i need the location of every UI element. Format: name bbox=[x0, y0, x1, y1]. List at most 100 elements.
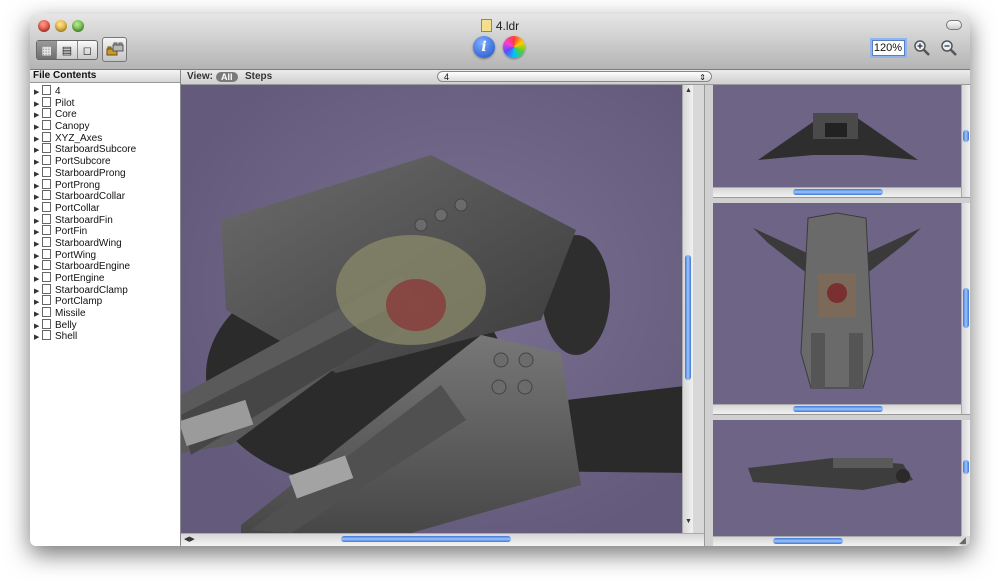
tree-item-label: Belly bbox=[55, 319, 77, 331]
tree-item-label: PortWing bbox=[55, 249, 97, 261]
color-picker-button[interactable] bbox=[503, 36, 525, 58]
tree-item[interactable]: ▶ PortSubcore bbox=[34, 155, 180, 167]
file-icon bbox=[42, 318, 51, 329]
tree-item-label: PortCollar bbox=[55, 202, 100, 214]
file-icon bbox=[42, 236, 51, 247]
front-view-scroll-thumb[interactable] bbox=[793, 189, 883, 195]
scroll-down-arrow-icon[interactable]: ▼ bbox=[685, 518, 692, 526]
file-icon bbox=[42, 120, 51, 131]
main-view-vertical-scrollbar[interactable]: ▲ ▼ bbox=[682, 85, 693, 533]
tree-item-label: PortSubcore bbox=[55, 156, 111, 168]
tree-item[interactable]: ▶ StarboardProng bbox=[34, 166, 180, 179]
file-icon bbox=[42, 330, 51, 341]
file-icon bbox=[42, 190, 51, 201]
tree-item-label: XYZ_Axes bbox=[55, 132, 103, 144]
view-mode-grid-icon[interactable]: ▦ bbox=[37, 41, 58, 59]
front-view-viewport[interactable] bbox=[713, 85, 961, 187]
file-icon bbox=[42, 143, 51, 154]
view-all-button[interactable]: All bbox=[216, 72, 238, 82]
tree-item[interactable]: ▶ 4 bbox=[34, 85, 180, 97]
zoom-percentage-field[interactable]: 120% bbox=[872, 40, 905, 56]
file-icon bbox=[42, 307, 51, 318]
window-title: 4.ldr bbox=[30, 19, 970, 33]
view-mode-single-icon[interactable]: ◻ bbox=[78, 41, 97, 59]
view-bar: View: All Steps 4 ⇕ bbox=[181, 70, 970, 85]
zoom-out-button[interactable] bbox=[939, 38, 959, 58]
tree-item-label: StarboardClamp bbox=[55, 284, 128, 296]
view-steps-button[interactable]: Steps bbox=[245, 70, 272, 84]
tree-item-label: PortClamp bbox=[55, 296, 103, 308]
tree-item[interactable]: ▶ Shell bbox=[34, 330, 180, 342]
disclosure-triangle-icon[interactable]: ▶ bbox=[34, 332, 42, 344]
main-view-horizontal-scrollbar[interactable]: ◀▶ bbox=[181, 533, 704, 546]
top-view-viewport[interactable] bbox=[713, 203, 961, 404]
tree-item[interactable]: ▶ Core bbox=[34, 108, 180, 120]
horizontal-scroll-thumb[interactable] bbox=[341, 536, 511, 542]
tree-item-label: PortFin bbox=[55, 226, 88, 238]
tree-item-label: StarboardCollar bbox=[55, 191, 126, 203]
file-icon bbox=[42, 283, 51, 294]
tree-item-label: Shell bbox=[55, 331, 78, 343]
tree-item[interactable]: ▶ PortProng bbox=[34, 178, 180, 191]
title-bar: 4.ldr ▦ ▤ ◻ i 120% bbox=[30, 14, 970, 70]
tree-item[interactable]: ▶ Belly bbox=[34, 318, 180, 331]
top-view-vscroll-thumb[interactable] bbox=[963, 288, 969, 328]
parts-browser-button[interactable] bbox=[102, 37, 127, 62]
front-view-vscroll-thumb[interactable] bbox=[963, 130, 969, 142]
file-icon bbox=[42, 131, 51, 142]
tree-item[interactable]: ▶ PortFin bbox=[34, 225, 180, 237]
tree-item[interactable]: ▶ StarboardEngine bbox=[34, 260, 180, 272]
file-icon bbox=[42, 260, 51, 271]
tree-item[interactable]: ▶ StarboardCollar bbox=[34, 190, 180, 202]
tree-item-label: PortEngine bbox=[55, 273, 105, 284]
tree-item-label: StarboardEngine bbox=[55, 261, 131, 273]
tree-item[interactable]: ▶ StarboardSubcore bbox=[34, 143, 180, 155]
top-view-vertical-scrollbar[interactable] bbox=[961, 203, 970, 414]
file-icon bbox=[42, 295, 51, 306]
front-view-vertical-scrollbar[interactable] bbox=[961, 85, 970, 197]
tree-item[interactable]: ▶ Pilot bbox=[34, 96, 180, 109]
top-view-scroll-thumb[interactable] bbox=[793, 406, 883, 412]
side-view-scroll-thumb[interactable] bbox=[773, 538, 843, 544]
tree-item[interactable]: ▶ StarboardFin bbox=[34, 213, 180, 226]
zoom-in-button[interactable] bbox=[912, 38, 932, 58]
side-view-vertical-scrollbar[interactable] bbox=[961, 420, 970, 536]
magnifier-plus-icon bbox=[914, 40, 930, 56]
document-icon bbox=[480, 19, 492, 32]
model-popup-menu[interactable]: 4 ⇕ bbox=[437, 71, 712, 82]
tree-item[interactable]: ▶ PortCollar bbox=[34, 201, 180, 214]
vertical-scroll-thumb[interactable] bbox=[685, 255, 691, 380]
file-icon bbox=[42, 213, 51, 224]
scroll-left-arrow-icon[interactable]: ◀▶ bbox=[184, 536, 195, 544]
sidebar-header: File Contents bbox=[30, 70, 180, 83]
tree-item-label: 4 bbox=[55, 86, 61, 97]
file-icon bbox=[42, 201, 51, 212]
side-view-vscroll-thumb[interactable] bbox=[963, 460, 969, 474]
toolbar-toggle-button[interactable] bbox=[946, 20, 962, 30]
top-view-render bbox=[753, 212, 921, 389]
file-icon bbox=[42, 166, 51, 177]
file-icon bbox=[42, 178, 51, 189]
side-view-viewport[interactable] bbox=[713, 420, 961, 536]
tree-item[interactable]: ▶ StarboardClamp bbox=[34, 283, 180, 296]
app-window: 4.ldr ▦ ▤ ◻ i 120% File Contents ▶ 4 ▶ P… bbox=[30, 14, 970, 546]
tree-item[interactable]: ▶ PortEngine bbox=[34, 272, 180, 284]
main-3d-viewport[interactable]: ▲ ▼ bbox=[181, 85, 693, 533]
view-mode-segmented-control[interactable]: ▦ ▤ ◻ bbox=[36, 40, 98, 60]
tree-item[interactable]: ▶ Canopy bbox=[34, 120, 180, 132]
tree-item[interactable]: ▶ XYZ_Axes bbox=[34, 131, 180, 144]
side-view-horizontal-scrollbar[interactable] bbox=[713, 536, 961, 546]
resize-grip-icon[interactable]: ◢ bbox=[959, 535, 969, 545]
side-view-render bbox=[748, 458, 913, 490]
popup-arrows-icon: ⇕ bbox=[699, 73, 706, 82]
tree-item[interactable]: ▶ PortWing bbox=[34, 248, 180, 261]
tree-item[interactable]: ▶ StarboardWing bbox=[34, 236, 180, 249]
front-view-render bbox=[758, 113, 918, 160]
file-icon bbox=[42, 225, 51, 236]
view-mode-split-icon[interactable]: ▤ bbox=[57, 41, 78, 59]
scroll-up-arrow-icon[interactable]: ▲ bbox=[685, 87, 692, 95]
window-title-text: 4.ldr bbox=[495, 19, 520, 33]
tree-item[interactable]: ▶ Missile bbox=[34, 307, 180, 319]
tree-item[interactable]: ▶ PortClamp bbox=[34, 295, 180, 307]
info-inspector-button[interactable]: i bbox=[473, 36, 495, 58]
